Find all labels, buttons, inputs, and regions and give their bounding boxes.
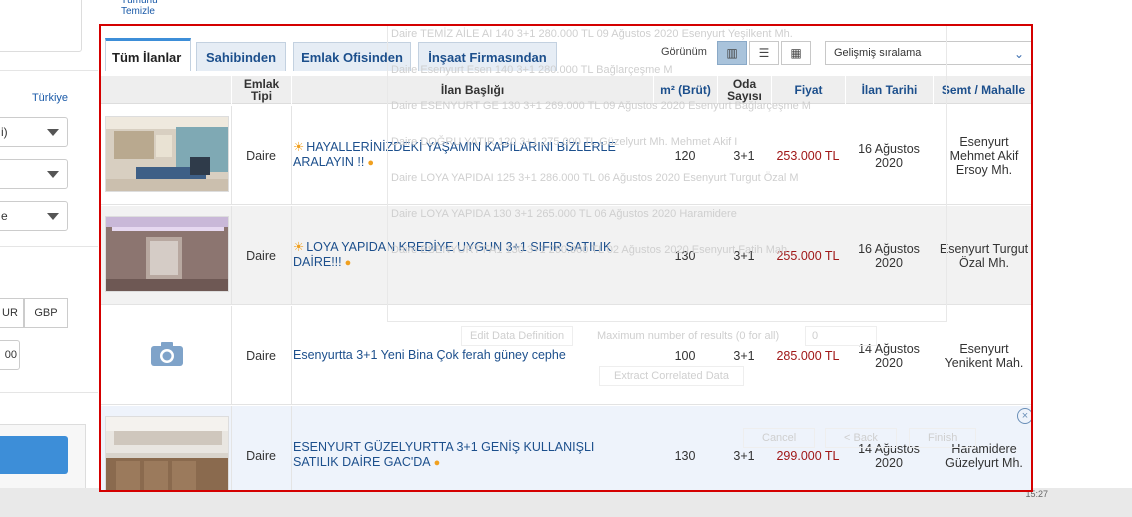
listing-title-cell[interactable]: ☀ HAYALLERİNİZDEKİ YAŞAMIN KAPILARINI BİZ… — [293, 106, 623, 205]
cell-area: 130 — [674, 248, 696, 263]
table-header: Emlak Tipi İlan Başlığı m² (Brüt) Oda Sa… — [101, 76, 1031, 104]
caret-down-icon — [47, 129, 59, 136]
divider — [0, 392, 98, 393]
list-view-button[interactable]: ☰ — [749, 41, 779, 65]
listing-thumbnail[interactable] — [105, 216, 229, 292]
listing-title-link[interactable]: Esenyurtta 3+1 Yeni Bina Çok ferah güney… — [293, 348, 566, 363]
marker-icon: ● — [367, 157, 374, 169]
cell-rooms: 3+1 — [733, 148, 755, 163]
listing-thumbnail[interactable] — [105, 316, 229, 392]
status-bar — [0, 488, 1132, 517]
table-row[interactable]: Daire ☀ HAYALLERİNİZDEKİ YAŞAMIN KAPILARI… — [101, 106, 1031, 205]
listing-title-cell[interactable]: Esenyurtta 3+1 Yeni Bina Çok ferah güney… — [293, 306, 623, 405]
cell-area: 130 — [674, 448, 696, 463]
column-divider — [291, 106, 292, 205]
tab-all-listings[interactable]: Tüm İlanlar — [105, 38, 191, 71]
empty-room-photo — [106, 217, 228, 291]
gallery-view-icon: ▦ — [790, 46, 802, 60]
listing-panel: Tüm İlanlar Sahibinden Emlak Ofisinden İ… — [99, 24, 1033, 492]
tab-owner[interactable]: Sahibinden — [196, 42, 286, 71]
currency-gbp-button[interactable]: GBP — [24, 298, 68, 328]
cell-location: Esenyurt Turgut Özal Mh. — [939, 241, 1029, 270]
listing-tabs: Tüm İlanlar Sahibinden Emlak Ofisinden İ… — [101, 38, 1031, 72]
gallery-view-button[interactable]: ▦ — [781, 41, 811, 65]
tab-construction-firm[interactable]: İnşaat Firmasından — [418, 42, 557, 71]
cell-location: Esenyurt Yenikent Mah. — [944, 341, 1024, 370]
clear-all-link[interactable]: Tümünü Temizle — [121, 0, 158, 17]
cell-rooms: 3+1 — [733, 448, 755, 463]
listing-thumbnail[interactable] — [105, 416, 229, 490]
cell-area: 100 — [674, 348, 696, 363]
header-title[interactable]: İlan Başlığı — [291, 76, 653, 104]
divider — [0, 70, 98, 71]
column-divider — [291, 406, 292, 490]
cell-type: Daire — [246, 448, 276, 463]
header-type[interactable]: Emlak Tipi — [231, 76, 291, 104]
divider — [0, 246, 98, 247]
cell-date: 14 Ağustos 2020 — [858, 341, 920, 370]
column-divider — [291, 206, 292, 305]
view-label: Görünüm — [661, 46, 707, 58]
tab-agency[interactable]: Emlak Ofisinden — [293, 42, 411, 71]
grid-view-button[interactable]: ▥ — [717, 41, 747, 65]
cell-location: Esenyurt Mehmet Akif Ersoy Mh. — [949, 134, 1019, 177]
cell-type: Daire — [246, 148, 276, 163]
cell-type: Daire — [246, 248, 276, 263]
marker-icon: ● — [344, 257, 352, 269]
listing-thumbnail[interactable] — [105, 116, 229, 192]
listing-title-link[interactable]: LOYA YAPIDAN KREDİYE UYGUN 3+1 SIFIR SAT… — [293, 240, 611, 269]
cell-date: 16 Ağustos 2020 — [858, 241, 920, 270]
cell-date: 14 Ağustos 2020 — [858, 441, 920, 470]
cell-price: 255.000 TL — [776, 248, 840, 263]
camera-icon — [151, 342, 183, 366]
sort-select-value: Gelişmiş sıralama — [834, 47, 922, 59]
header-location[interactable]: Semt / Mahalle — [933, 76, 1031, 104]
listing-title-link[interactable]: HAYALLERİNİZDEKİ YAŞAMIN KAPILARINI BİZL… — [293, 140, 616, 169]
marker-icon: ● — [433, 457, 441, 469]
header-date[interactable]: İlan Tarihi — [845, 76, 933, 104]
column-divider — [291, 306, 292, 405]
kitchen-photo — [106, 417, 228, 490]
listing-title-link[interactable]: ESENYURT GÜZELYURTTA 3+1 GENİŞ KULLANIŞL… — [293, 440, 594, 469]
city-select[interactable]: i) — [0, 117, 68, 147]
table-row[interactable]: Daire ☀ LOYA YAPIDAN KREDİYE UYGUN 3+1 SI… — [101, 206, 1031, 305]
currency-eur-button[interactable]: UR — [0, 298, 24, 328]
header-price[interactable]: Fiyat — [771, 76, 845, 104]
filter-box: Tümünü Temizle — [0, 0, 158, 52]
table-row[interactable]: Daire Esenyurtta 3+1 Yeni Bina Çok ferah… — [101, 306, 1031, 405]
filter-sidebar: Tümünü Temizle Türkiye i) e UR GBP 00 — [0, 0, 158, 517]
search-button[interactable] — [0, 436, 68, 474]
table-row[interactable]: × Daire ESENYURT GÜZELYURTTA 3+1 GENİŞ K… — [101, 406, 1031, 490]
featured-star-icon: ☀ — [293, 140, 305, 154]
living-room-photo — [106, 117, 228, 191]
grid-view-icon: ▥ — [726, 46, 738, 60]
caret-down-icon — [47, 171, 59, 178]
cell-area: 120 — [674, 148, 696, 163]
sort-select[interactable]: Gelişmiş sıralama ⌄ — [825, 41, 1031, 65]
cell-price: 299.000 TL — [776, 448, 840, 463]
cell-rooms: 3+1 — [733, 248, 755, 263]
header-area[interactable]: m² (Brüt) — [653, 76, 717, 104]
cell-rooms: 3+1 — [733, 348, 755, 363]
listing-title-cell[interactable]: ☀ LOYA YAPIDAN KREDİYE UYGUN 3+1 SIFIR SA… — [293, 206, 623, 305]
cell-type: Daire — [246, 348, 276, 363]
cell-date: 16 Ağustos 2020 — [858, 141, 920, 170]
chevron-down-icon: ⌄ — [1013, 47, 1024, 61]
city-select-value: i) — [1, 125, 8, 139]
price-max-input[interactable]: 00 — [0, 340, 20, 370]
cell-price: 253.000 TL — [776, 148, 840, 163]
list-view-icon: ☰ — [758, 46, 770, 60]
featured-star-icon: ☀ — [293, 240, 305, 254]
caret-down-icon — [47, 213, 59, 220]
header-rooms[interactable]: Oda Sayısı — [717, 76, 771, 104]
listing-title-cell[interactable]: ESENYURT GÜZELYURTTA 3+1 GENİŞ KULLANIŞL… — [293, 406, 633, 490]
district-select[interactable] — [0, 159, 68, 189]
neighborhood-select-value: e — [1, 209, 8, 223]
cell-location: Haramidere Güzelyurt Mh. — [945, 441, 1023, 470]
country-link[interactable]: Türkiye — [32, 92, 68, 104]
neighborhood-select[interactable]: e — [0, 201, 68, 231]
cell-price: 285.000 TL — [776, 348, 840, 363]
